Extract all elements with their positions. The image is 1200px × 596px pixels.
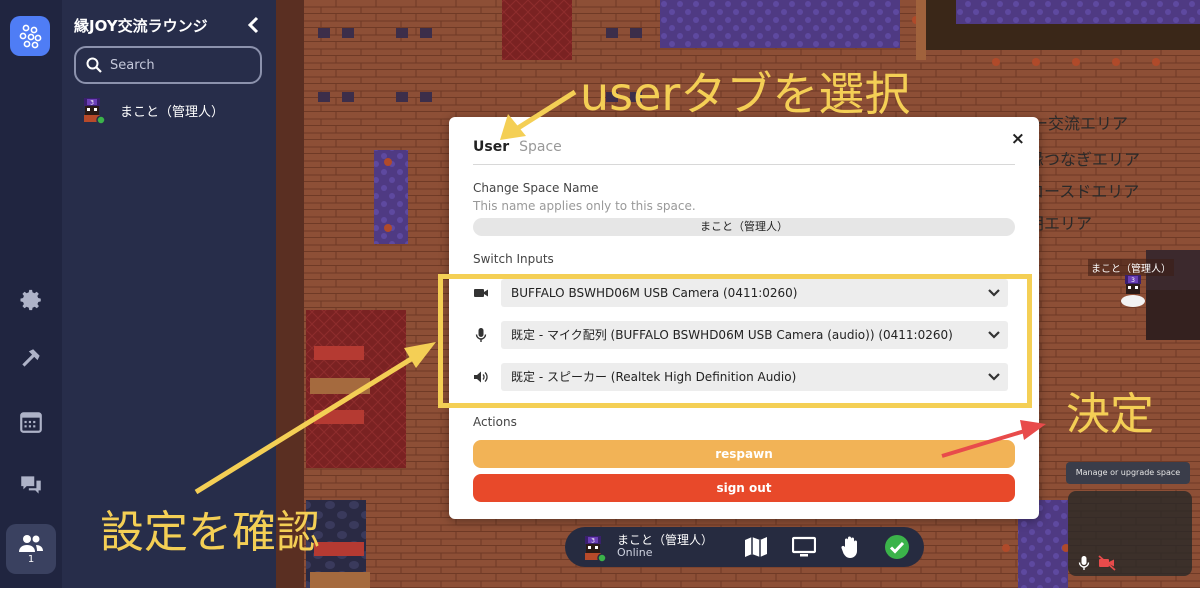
calendar-icon[interactable] bbox=[12, 403, 50, 441]
gear-icon[interactable] bbox=[12, 281, 50, 319]
space-name-field[interactable]: まこと（管理人） bbox=[473, 218, 1015, 236]
search-input[interactable] bbox=[110, 57, 250, 73]
annotation-select-user-tab: userタブを選択 bbox=[580, 67, 911, 121]
dock-user-status: Online bbox=[617, 546, 653, 559]
settings-tabs: User Space bbox=[473, 139, 1015, 165]
inputs-highlight-box bbox=[438, 274, 1032, 408]
check-status-icon[interactable] bbox=[883, 533, 911, 561]
annotation-decide: 決定 bbox=[1066, 389, 1154, 440]
change-name-note: This name applies only to this space. bbox=[473, 199, 696, 213]
annotation-check-settings: 設定を確認 bbox=[100, 507, 320, 558]
collapse-chevron-icon[interactable] bbox=[246, 16, 260, 38]
character-avatar[interactable]: 3 bbox=[1118, 274, 1148, 308]
tab-user[interactable]: User bbox=[473, 139, 509, 164]
bottom-strip bbox=[0, 588, 1200, 596]
room-label: 縁つなぎエリア bbox=[1028, 150, 1141, 169]
tab-space[interactable]: Space bbox=[519, 139, 562, 164]
self-video-panel bbox=[1068, 491, 1192, 576]
actions-heading: Actions bbox=[473, 415, 517, 429]
participants-count: 1 bbox=[27, 553, 35, 565]
left-rail: 1 bbox=[0, 0, 62, 588]
switch-inputs-heading: Switch Inputs bbox=[473, 252, 554, 266]
map-icon[interactable] bbox=[742, 533, 770, 561]
manage-space-tooltip: Manage or upgrade space bbox=[1066, 462, 1190, 484]
room-label: ロースドエリア bbox=[1028, 182, 1140, 201]
screen-share-icon[interactable] bbox=[790, 533, 818, 561]
svg-text:3: 3 bbox=[591, 538, 595, 545]
participant-name: まこと（管理人） bbox=[120, 104, 225, 120]
chat-icon[interactable] bbox=[12, 466, 50, 504]
bottom-dock: 3 まこと（管理人） Online bbox=[565, 527, 924, 567]
people-icon[interactable]: 1 bbox=[6, 524, 56, 574]
camera-off-icon[interactable] bbox=[1098, 555, 1116, 571]
microphone-icon[interactable] bbox=[1076, 555, 1092, 571]
avatar: 3 bbox=[84, 98, 106, 124]
change-name-heading: Change Space Name bbox=[473, 181, 599, 195]
sign-out-button[interactable]: sign out bbox=[473, 474, 1015, 502]
space-title: 縁JOY交流ラウンジ bbox=[74, 17, 208, 35]
dock-avatar[interactable]: 3 bbox=[579, 534, 607, 562]
svg-text:3: 3 bbox=[1131, 277, 1135, 284]
participant-item[interactable]: 3 まこと（管理人） bbox=[78, 96, 224, 124]
hand-raise-icon[interactable] bbox=[837, 533, 865, 561]
svg-text:3: 3 bbox=[90, 100, 94, 107]
hammer-icon[interactable] bbox=[12, 340, 50, 378]
search-box[interactable] bbox=[74, 46, 262, 84]
respawn-button[interactable]: respawn bbox=[473, 440, 1015, 468]
logo-icon[interactable] bbox=[10, 16, 50, 56]
search-icon bbox=[86, 57, 102, 73]
